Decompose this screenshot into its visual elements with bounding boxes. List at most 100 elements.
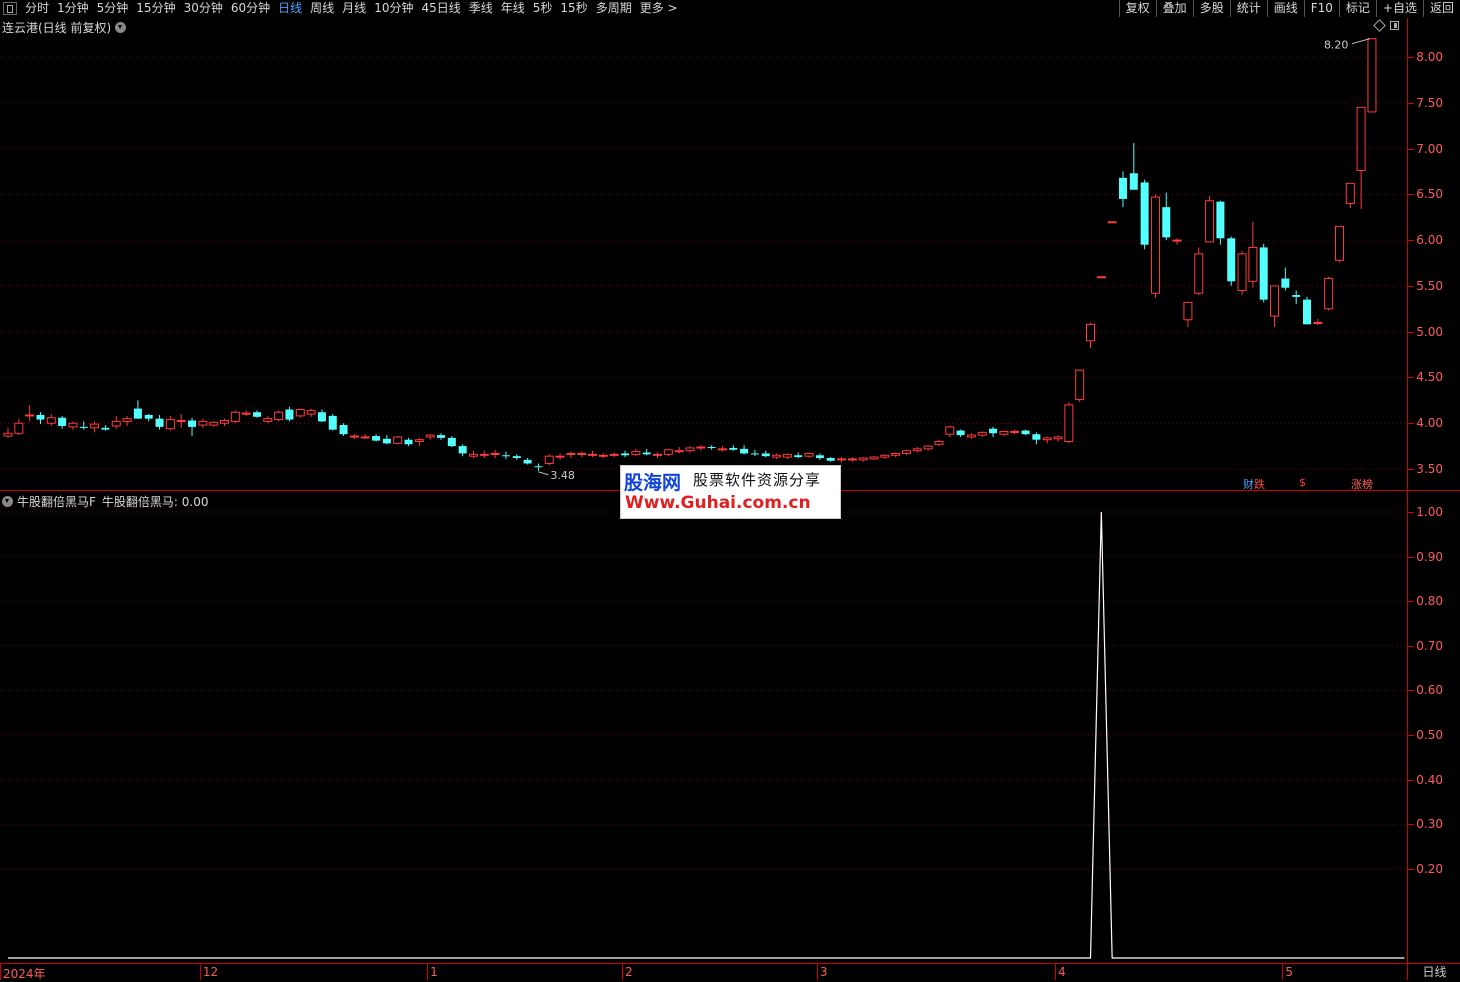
period-tab-12[interactable]: 年线: [497, 0, 529, 17]
toolbar-button-0[interactable]: 复权: [1118, 0, 1156, 17]
candle-body: [1227, 238, 1236, 282]
kline-chart[interactable]: 8.20 3.48: [0, 18, 1407, 490]
indicator-chart[interactable]: [0, 491, 1407, 963]
time-tick: [0, 964, 1, 980]
toolbar-button-6[interactable]: 标记: [1338, 0, 1376, 17]
candle-body: [1010, 430, 1020, 433]
candle-body: [1172, 239, 1182, 242]
period-tab-8[interactable]: 月线: [338, 0, 370, 17]
candle: [869, 456, 879, 460]
period-tab-15[interactable]: 多周期: [592, 0, 636, 17]
toolbar-button-7[interactable]: +自选: [1375, 0, 1423, 17]
period-tab-4[interactable]: 30分钟: [180, 0, 227, 17]
candle: [25, 404, 35, 422]
candle-body: [772, 454, 782, 458]
candle-body: [36, 414, 45, 420]
candle: [1010, 429, 1020, 435]
candle: [468, 450, 478, 459]
finance-marker[interactable]: 财跌: [1243, 476, 1265, 492]
toolbar-button-1[interactable]: 叠加: [1155, 0, 1193, 17]
candle-body: [1345, 182, 1355, 204]
period-tab-9[interactable]: 10分钟: [370, 0, 417, 17]
kline-panel[interactable]: 8.20 3.48 连云港(日线 前复权): [0, 18, 1407, 490]
candle-body: [437, 435, 445, 438]
candle: [263, 415, 273, 424]
candle: [837, 457, 847, 463]
candle-body: [46, 417, 56, 424]
candle-body: [101, 427, 110, 430]
candle-body: [263, 418, 273, 422]
candle: [1281, 267, 1290, 291]
indicator-name: 牛股翻倍黑马F: [17, 495, 96, 509]
candle: [79, 421, 88, 430]
toolbar-button-4[interactable]: 画线: [1266, 0, 1304, 17]
candle: [382, 435, 391, 445]
candle: [1086, 322, 1095, 349]
kline-title: 连云港(日线 前复权): [2, 19, 127, 36]
candle: [717, 446, 727, 452]
period-tab-5[interactable]: 60分钟: [227, 0, 274, 17]
candle: [58, 415, 67, 429]
candle-body: [1150, 196, 1160, 294]
candle: [198, 418, 208, 428]
candle-body: [966, 434, 976, 438]
toolbar-buttons: 复权 叠加 多股 统计 画线 F10 标记 +自选 返回: [1118, 0, 1460, 17]
candle-body: [717, 448, 727, 451]
watermark-url: Www.Guhai.com.cn: [625, 493, 811, 513]
candle: [923, 445, 933, 451]
candle-body: [912, 448, 922, 452]
diamond-icon[interactable]: [1373, 19, 1386, 32]
time-label: 12: [202, 965, 219, 979]
candle: [1227, 236, 1236, 286]
price-tick-label: 7.00: [1416, 141, 1443, 156]
period-tab-11[interactable]: 季线: [465, 0, 497, 17]
candle-body: [3, 432, 13, 437]
menu-icon[interactable]: [3, 2, 17, 15]
period-tab-10[interactable]: 45日线: [417, 0, 464, 17]
dollar-marker[interactable]: $: [1299, 476, 1306, 489]
candle-body: [468, 453, 478, 457]
period-tab-2[interactable]: 5分钟: [93, 0, 133, 17]
period-tab-13[interactable]: 5秒: [529, 0, 557, 17]
finance-marker-a: 财: [1243, 478, 1254, 491]
period-tab-16[interactable]: 更多 >: [636, 0, 682, 17]
candle-body: [989, 428, 998, 434]
candle: [977, 431, 987, 437]
candle-body: [425, 434, 435, 438]
window-icon[interactable]: [1390, 21, 1399, 30]
candle: [772, 453, 782, 459]
toolbar-button-8[interactable]: 返回: [1422, 0, 1460, 17]
period-tab-7[interactable]: 周线: [306, 0, 338, 17]
candle: [674, 447, 684, 454]
toolbar-button-2[interactable]: 多股: [1192, 0, 1230, 17]
toolbar-button-5[interactable]: F10: [1303, 0, 1339, 17]
title-dropdown-icon[interactable]: [115, 22, 127, 33]
candle: [999, 430, 1009, 437]
candle: [989, 426, 998, 437]
period-tab-3[interactable]: 15分钟: [132, 0, 179, 17]
toolbar-button-3[interactable]: 统计: [1229, 0, 1267, 17]
indicator-dropdown-icon[interactable]: [2, 496, 13, 507]
limit-up-marker[interactable]: 涨榜: [1351, 476, 1373, 492]
candle-body: [252, 412, 261, 417]
period-tab-1[interactable]: 1分钟: [53, 0, 93, 17]
indicator-panel[interactable]: 牛股翻倍黑马F 牛股翻倍黑马: 0.00: [0, 491, 1407, 963]
candle: [685, 446, 695, 453]
candle: [1140, 179, 1149, 250]
period-tab-6[interactable]: 日线: [274, 0, 306, 17]
candle: [274, 410, 284, 422]
candle-body: [523, 459, 532, 464]
candle: [414, 437, 424, 447]
period-tab-14[interactable]: 15秒: [556, 0, 591, 17]
candle: [523, 458, 532, 465]
candle: [479, 450, 489, 459]
watermark-slogan: 股票软件资源分享: [693, 471, 822, 489]
candle-body: [750, 453, 759, 455]
indicator-tick-label: 0.70: [1416, 638, 1443, 653]
candle-body: [729, 447, 738, 450]
indicator-tick-label: 0.30: [1416, 817, 1443, 832]
indicator-line: [8, 511, 1405, 959]
period-tab-0[interactable]: 分时: [21, 0, 53, 17]
candle-body: [198, 420, 208, 426]
indicator-tick: [1408, 735, 1414, 736]
